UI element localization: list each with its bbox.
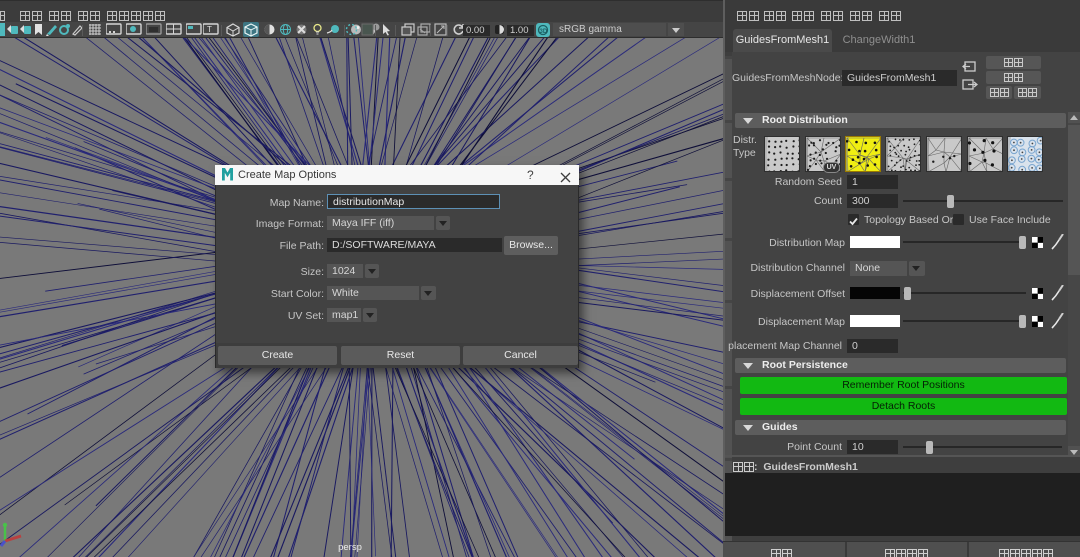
svg-text:T: T xyxy=(207,25,212,34)
svg-text:3D: 3D xyxy=(540,29,548,35)
